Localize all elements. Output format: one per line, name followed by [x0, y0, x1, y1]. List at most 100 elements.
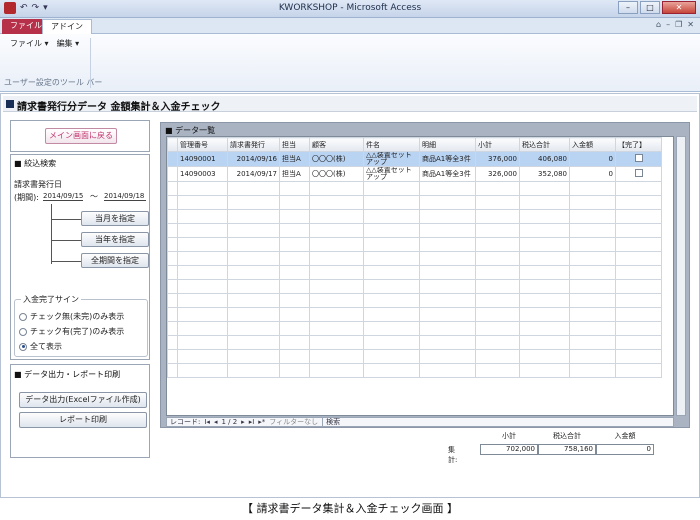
cell-detail[interactable]: 商品A1等全3件: [419, 166, 476, 182]
totals-label: 集計:: [448, 446, 458, 464]
row-selector-header[interactable]: [167, 137, 178, 152]
datasheet-container: ■ データ一覧 管理番号 請求書発行 担当 顧客 件名 明細 小計 税込合計 入…: [160, 122, 690, 428]
table-row[interactable]: 14090003 2014/09/17 担当A 〇〇〇(株) △△装置セットアッ…: [167, 166, 662, 182]
bracket-tick-1: [51, 219, 81, 220]
next-record-icon[interactable]: ▸: [241, 418, 245, 426]
record-position[interactable]: 1 / 2: [221, 418, 237, 426]
empty-row: [167, 237, 662, 252]
output-panel: ■ データ出力・レポート印刷 データ出力(Excelファイル作成) レポート印刷: [10, 364, 150, 458]
last-record-icon[interactable]: ▸I: [249, 418, 255, 426]
date-to-field[interactable]: 2014/09/18: [104, 192, 146, 201]
column-header[interactable]: 入金額: [569, 137, 616, 152]
bracket-line: [51, 204, 52, 264]
minimize-ribbon-icon[interactable]: –: [666, 20, 670, 29]
cell-id[interactable]: 14090001: [177, 151, 228, 167]
cell-detail[interactable]: 商品A1等全3件: [419, 151, 476, 167]
empty-row: [167, 307, 662, 322]
radio-dot-unchecked[interactable]: [19, 312, 27, 321]
record-navigation-bar: レコード: I◂ ◂ 1 / 2 ▸ ▸I ▸* フィルターなし 検索: [166, 417, 674, 427]
totals-header-total: 税込合計: [553, 432, 581, 440]
row-selector[interactable]: [167, 166, 178, 182]
back-to-main-button[interactable]: メイン画面に戻る: [45, 128, 117, 144]
cell-id[interactable]: 14090003: [177, 166, 228, 182]
column-header[interactable]: 【完了】: [615, 137, 662, 152]
cell-paid[interactable]: 0: [569, 166, 616, 182]
cell-total[interactable]: 352,080: [519, 166, 570, 182]
complete-checkbox[interactable]: [634, 154, 643, 162]
column-header[interactable]: 顧客: [309, 137, 364, 152]
ribbon-tabs: ファイル アドイン ⌂ – ❐ ✕: [0, 18, 700, 34]
table-row[interactable]: 14090001 2014/09/16 担当A 〇〇〇(株) △△装置セットアッ…: [167, 151, 662, 167]
maximize-button[interactable]: □: [640, 1, 660, 14]
current-year-button[interactable]: 当年を指定: [81, 232, 149, 247]
period-label: (期間):: [14, 193, 39, 202]
empty-row: [167, 209, 662, 224]
current-month-button[interactable]: 当月を指定: [81, 211, 149, 226]
datasheet-grid[interactable]: 管理番号 請求書発行 担当 顧客 件名 明細 小計 税込合計 入金額 【完了】 …: [166, 136, 674, 416]
cell-subtotal[interactable]: 376,000: [475, 151, 520, 167]
column-header[interactable]: 担当: [279, 137, 310, 152]
filter-panel: ■ 絞込検索 請求書発行日 (期間): 2014/09/15 ～ 2014/09…: [10, 154, 150, 360]
restore-icon[interactable]: ❐: [675, 20, 682, 29]
cell-staff[interactable]: 担当A: [279, 166, 310, 182]
home-icon[interactable]: ⌂: [656, 20, 661, 29]
cell-staff[interactable]: 担当A: [279, 151, 310, 167]
radio-dot-all[interactable]: [19, 342, 27, 351]
complete-sign-group: 入金完了サイン チェック無(未完)のみ表示 チェック有(完了)のみ表示 全て表示: [14, 294, 148, 357]
prev-record-icon[interactable]: ◂: [214, 418, 218, 426]
bracket-tick-3: [51, 261, 81, 262]
report-print-button[interactable]: レポート印刷: [19, 412, 147, 428]
cell-customer[interactable]: 〇〇〇(株): [309, 166, 364, 182]
search-box[interactable]: 検索: [322, 417, 340, 427]
minimize-button[interactable]: –: [618, 1, 638, 14]
empty-row: [167, 195, 662, 210]
back-panel: メイン画面に戻る: [10, 120, 150, 152]
column-header[interactable]: 件名: [363, 137, 420, 152]
new-record-icon[interactable]: ▸*: [258, 418, 265, 426]
cell-subject[interactable]: △△装置セットアップ: [363, 151, 420, 167]
complete-checkbox[interactable]: [634, 169, 643, 177]
cell-date[interactable]: 2014/09/16: [227, 151, 280, 167]
empty-row[interactable]: [167, 181, 662, 196]
column-header[interactable]: 小計: [475, 137, 520, 152]
ribbon-menu: ファイル ▾ 編集 ▾: [10, 38, 79, 49]
radio-show-all[interactable]: 全て表示: [19, 341, 62, 352]
column-header[interactable]: 税込合計: [519, 137, 570, 152]
date-from-field[interactable]: 2014/09/15: [43, 192, 83, 201]
menu-file[interactable]: ファイル ▾: [10, 38, 49, 49]
cell-paid[interactable]: 0: [569, 151, 616, 167]
empty-row: [167, 251, 662, 266]
cell-date[interactable]: 2014/09/17: [227, 166, 280, 182]
column-header[interactable]: 管理番号: [177, 137, 228, 152]
radio-label-checked: チェック有(完了)のみ表示: [30, 327, 125, 336]
menu-edit[interactable]: 編集 ▾: [57, 38, 80, 49]
title-bar: ↶ ↷ ▾ KWORKSHOP - Microsoft Access – □ ✕: [0, 0, 700, 18]
cell-customer[interactable]: 〇〇〇(株): [309, 151, 364, 167]
column-header[interactable]: 請求書発行: [227, 137, 280, 152]
filter-status[interactable]: フィルターなし: [269, 417, 318, 427]
all-period-button[interactable]: 全期間を指定: [81, 253, 149, 268]
radio-dot-checked[interactable]: [19, 327, 27, 336]
excel-export-button[interactable]: データ出力(Excelファイル作成): [19, 392, 147, 408]
window-title: KWORKSHOP - Microsoft Access: [278, 3, 422, 13]
row-selector[interactable]: [167, 151, 178, 167]
vertical-scrollbar[interactable]: [676, 136, 686, 416]
close-doc-icon[interactable]: ✕: [687, 20, 694, 29]
screen-caption: 【 請求書データ集計＆入金チェック画面 】: [242, 502, 458, 515]
ribbon-group-label: ユーザー設定のツール バー: [4, 78, 103, 87]
cell-complete[interactable]: [615, 166, 662, 182]
empty-row: [167, 363, 662, 378]
cell-complete[interactable]: [615, 151, 662, 167]
cell-subtotal[interactable]: 326,000: [475, 166, 520, 182]
radio-checked-only[interactable]: チェック有(完了)のみ表示: [19, 326, 124, 337]
cell-subject[interactable]: △△装置セットアップ: [363, 166, 420, 182]
complete-sign-heading: 入金完了サイン: [21, 294, 81, 305]
cell-total[interactable]: 406,080: [519, 151, 570, 167]
column-header[interactable]: 明細: [419, 137, 476, 152]
radio-unchecked-only[interactable]: チェック無(未完)のみ表示: [19, 311, 124, 322]
close-button[interactable]: ✕: [662, 1, 696, 14]
empty-row: [167, 223, 662, 238]
first-record-icon[interactable]: I◂: [204, 418, 210, 426]
tab-addin[interactable]: アドイン: [42, 19, 92, 34]
totals-total-value: 758,160: [538, 444, 596, 455]
